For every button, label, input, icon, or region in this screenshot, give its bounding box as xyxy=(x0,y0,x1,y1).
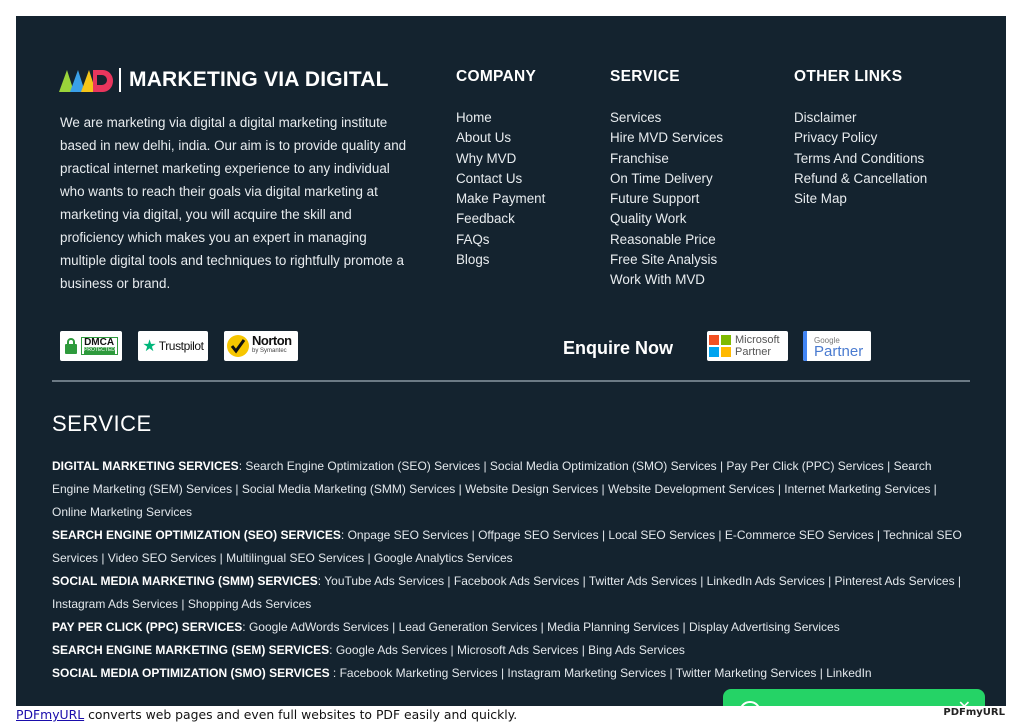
service-link[interactable]: Quality Work xyxy=(610,209,723,229)
norton-badge[interactable]: Norton by Symantec xyxy=(224,331,298,361)
service-link[interactable]: Franchise xyxy=(610,149,723,169)
service-group-links[interactable]: : Facebook Marketing Services | Instagra… xyxy=(330,666,872,680)
company-link[interactable]: Home xyxy=(456,108,545,128)
enquire-now-button[interactable]: Enquire Now xyxy=(563,338,673,359)
dmca-label: DMCA xyxy=(84,337,115,348)
service-link[interactable]: Hire MVD Services xyxy=(610,128,723,148)
service-group: DIGITAL MARKETING SERVICES: Search Engin… xyxy=(52,455,967,524)
brand-logo[interactable]: MARKETING VIA DIGITAL xyxy=(59,66,389,94)
company-link[interactable]: Contact Us xyxy=(456,169,545,189)
about-text: We are marketing via digital a digital m… xyxy=(60,115,407,291)
other-links-column: OTHER LINKS Disclaimer Privacy Policy Te… xyxy=(794,68,927,209)
section-divider xyxy=(52,380,970,382)
services-list: DIGITAL MARKETING SERVICES: Search Engin… xyxy=(52,455,967,685)
service-group-links[interactable]: : Google AdWords Services | Lead Generat… xyxy=(242,620,839,634)
service-group-heading[interactable]: PAY PER CLICK (PPC) SERVICES xyxy=(52,620,242,634)
other-link[interactable]: Refund & Cancellation xyxy=(794,169,927,189)
brand-name: MARKETING VIA DIGITAL xyxy=(129,68,389,91)
services-section-title: SERVICE xyxy=(52,411,152,436)
google-partner-badge[interactable]: Google Partner xyxy=(803,331,871,361)
company-link[interactable]: Blogs xyxy=(456,250,545,270)
service-heading: SERVICE xyxy=(610,68,680,85)
company-link[interactable]: Why MVD xyxy=(456,149,545,169)
service-group-heading[interactable]: DIGITAL MARKETING SERVICES xyxy=(52,459,239,473)
service-group: SOCIAL MEDIA OPTIMIZATION (SMO) SERVICES… xyxy=(52,662,967,685)
service-group-heading[interactable]: SEARCH ENGINE OPTIMIZATION (SEO) SERVICE… xyxy=(52,528,341,542)
service-column: SERVICE Services Hire MVD Services Franc… xyxy=(610,68,723,291)
service-link[interactable]: Free Site Analysis xyxy=(610,250,723,270)
service-link[interactable]: Services xyxy=(610,108,723,128)
pdf-footer-text: converts web pages and even full website… xyxy=(84,707,518,722)
lock-icon xyxy=(65,338,78,354)
company-column: COMPANY Home About Us Why MVD Contact Us… xyxy=(456,68,545,270)
checkmark-icon xyxy=(227,335,249,357)
other-link[interactable]: Privacy Policy xyxy=(794,128,927,148)
service-link[interactable]: Work With MVD xyxy=(610,270,723,290)
microsoft-partner-badge[interactable]: Microsoft Partner xyxy=(707,331,788,361)
google-sub: Partner xyxy=(814,343,864,360)
trustpilot-label: Trustpilot xyxy=(158,339,204,353)
service-link[interactable]: Future Support xyxy=(610,189,723,209)
service-group: SEARCH ENGINE MARKETING (SEM) SERVICES: … xyxy=(52,639,967,662)
site-footer: MARKETING VIA DIGITAL We are marketing v… xyxy=(16,16,1006,706)
service-link[interactable]: Reasonable Price xyxy=(610,230,723,250)
service-link[interactable]: On Time Delivery xyxy=(610,169,723,189)
service-group-heading[interactable]: SOCIAL MEDIA MARKETING (SMM) SERVICES xyxy=(52,574,318,588)
other-link[interactable]: Terms And Conditions xyxy=(794,149,927,169)
microsoft-logo-icon xyxy=(709,335,731,357)
company-heading: COMPANY xyxy=(456,68,537,85)
company-link[interactable]: Make Payment xyxy=(456,189,545,209)
service-group: PAY PER CLICK (PPC) SERVICES: Google AdW… xyxy=(52,616,967,639)
service-group: SEARCH ENGINE OPTIMIZATION (SEO) SERVICE… xyxy=(52,524,967,570)
pdf-footer: PDFmyURL converts web pages and even ful… xyxy=(16,706,1006,723)
norton-sub: by Symantec xyxy=(252,348,287,354)
company-link[interactable]: Feedback xyxy=(456,209,545,229)
company-link[interactable]: About Us xyxy=(456,128,545,148)
norton-label: Norton xyxy=(252,333,292,348)
company-link[interactable]: FAQs xyxy=(456,230,545,250)
other-link[interactable]: Site Map xyxy=(794,189,927,209)
other-links-heading: OTHER LINKS xyxy=(794,68,903,85)
microsoft-label: Microsoft xyxy=(735,334,780,346)
dmca-sub: PROTECTED xyxy=(84,347,115,354)
mvd-logo-icon xyxy=(59,70,113,92)
dmca-badge[interactable]: DMCA PROTECTED xyxy=(60,331,122,361)
star-icon: ★ xyxy=(142,338,157,355)
service-group-heading[interactable]: SEARCH ENGINE MARKETING (SEM) SERVICES xyxy=(52,643,329,657)
brand-separator xyxy=(119,68,121,92)
trustpilot-badge[interactable]: ★ Trustpilot xyxy=(138,331,208,361)
microsoft-sub: Partner xyxy=(735,346,772,358)
service-group-links[interactable]: : Google Ads Services | Microsoft Ads Se… xyxy=(329,643,685,657)
pdfmyurl-link[interactable]: PDFmyURL xyxy=(16,707,84,722)
pdfmyurl-logo: PDFmyURL xyxy=(943,707,1005,718)
service-group-heading[interactable]: SOCIAL MEDIA OPTIMIZATION (SMO) SERVICES xyxy=(52,666,330,680)
other-link[interactable]: Disclaimer xyxy=(794,108,927,128)
service-group: SOCIAL MEDIA MARKETING (SMM) SERVICES: Y… xyxy=(52,570,967,616)
